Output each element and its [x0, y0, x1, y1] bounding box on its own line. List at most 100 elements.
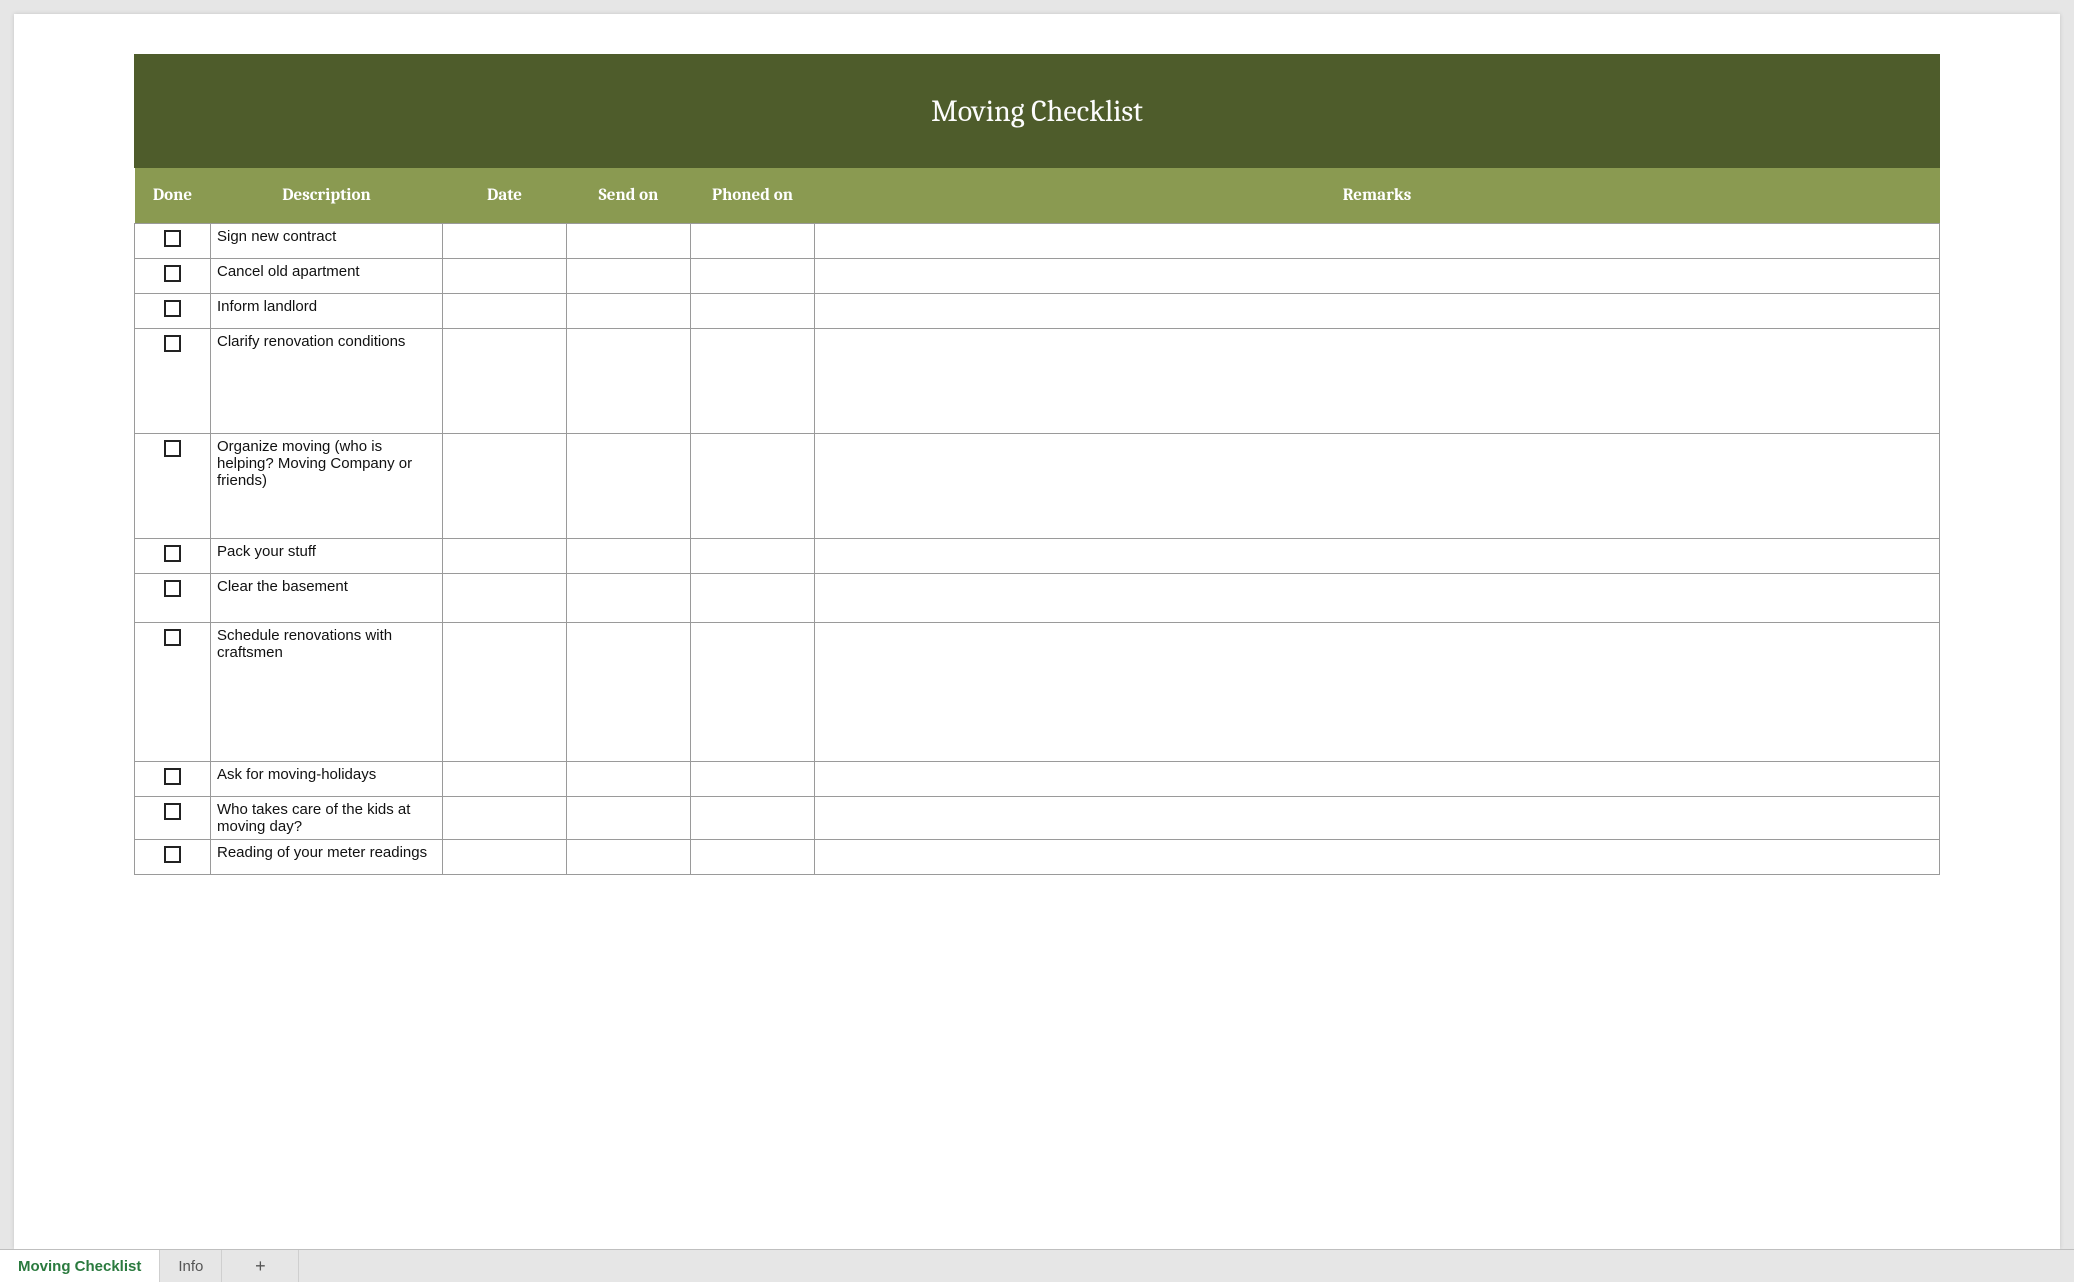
table-row: Cancel old apartment [135, 259, 1940, 294]
cell-send-on[interactable] [567, 539, 691, 574]
cell-phoned-on[interactable] [691, 840, 815, 875]
cell-done[interactable] [135, 840, 211, 875]
cell-date[interactable] [443, 434, 567, 539]
cell-description[interactable]: Cancel old apartment [211, 259, 443, 294]
tab-info[interactable]: Info [160, 1250, 222, 1282]
cell-date[interactable] [443, 329, 567, 434]
cell-description[interactable]: Schedule renovations with craftsmen [211, 623, 443, 762]
cell-description[interactable]: Pack your stuff [211, 539, 443, 574]
cell-remarks[interactable] [815, 329, 1940, 434]
cell-date[interactable] [443, 259, 567, 294]
cell-date[interactable] [443, 762, 567, 797]
checkbox-icon[interactable] [164, 335, 181, 352]
cell-date[interactable] [443, 840, 567, 875]
cell-description[interactable]: Who takes care of the kids at moving day… [211, 797, 443, 840]
cell-done[interactable] [135, 762, 211, 797]
table-row: Inform landlord [135, 294, 1940, 329]
cell-done[interactable] [135, 329, 211, 434]
cell-remarks[interactable] [815, 623, 1940, 762]
cell-done[interactable] [135, 574, 211, 623]
cell-phoned-on[interactable] [691, 574, 815, 623]
cell-send-on[interactable] [567, 623, 691, 762]
table-row: Who takes care of the kids at moving day… [135, 797, 1940, 840]
cell-send-on[interactable] [567, 762, 691, 797]
cell-date[interactable] [443, 797, 567, 840]
cell-done[interactable] [135, 623, 211, 762]
cell-phoned-on[interactable] [691, 797, 815, 840]
cell-remarks[interactable] [815, 539, 1940, 574]
checkbox-icon[interactable] [164, 230, 181, 247]
checkbox-icon[interactable] [164, 768, 181, 785]
checkbox-icon[interactable] [164, 265, 181, 282]
table-row: Ask for moving-holidays [135, 762, 1940, 797]
cell-remarks[interactable] [815, 840, 1940, 875]
cell-date[interactable] [443, 574, 567, 623]
header-description: Description [211, 168, 443, 224]
cell-send-on[interactable] [567, 840, 691, 875]
cell-done[interactable] [135, 224, 211, 259]
cell-date[interactable] [443, 539, 567, 574]
cell-description[interactable]: Sign new contract [211, 224, 443, 259]
page-title: Moving Checklist [931, 94, 1143, 129]
cell-phoned-on[interactable] [691, 623, 815, 762]
cell-done[interactable] [135, 797, 211, 840]
table-row: Schedule renovations with craftsmen [135, 623, 1940, 762]
cell-phoned-on[interactable] [691, 294, 815, 329]
cell-description[interactable]: Inform landlord [211, 294, 443, 329]
cell-send-on[interactable] [567, 259, 691, 294]
cell-date[interactable] [443, 224, 567, 259]
table-row: Pack your stuff [135, 539, 1940, 574]
cell-date[interactable] [443, 623, 567, 762]
table-header-row: Done Description Date Send on Phoned on … [135, 168, 1940, 224]
checkbox-icon[interactable] [164, 580, 181, 597]
cell-remarks[interactable] [815, 762, 1940, 797]
table-row: Organize moving (who is helping? Moving … [135, 434, 1940, 539]
checkbox-icon[interactable] [164, 300, 181, 317]
checkbox-icon[interactable] [164, 803, 181, 820]
cell-phoned-on[interactable] [691, 539, 815, 574]
title-banner: Moving Checklist [134, 54, 1940, 168]
cell-send-on[interactable] [567, 574, 691, 623]
cell-remarks[interactable] [815, 797, 1940, 840]
cell-send-on[interactable] [567, 224, 691, 259]
cell-phoned-on[interactable] [691, 329, 815, 434]
cell-remarks[interactable] [815, 294, 1940, 329]
cell-send-on[interactable] [567, 434, 691, 539]
header-done: Done [135, 168, 211, 224]
cell-done[interactable] [135, 259, 211, 294]
workspace-canvas: Moving Checklist Done Description Date S… [0, 0, 2074, 1249]
cell-remarks[interactable] [815, 434, 1940, 539]
cell-date[interactable] [443, 294, 567, 329]
cell-send-on[interactable] [567, 294, 691, 329]
cell-send-on[interactable] [567, 797, 691, 840]
checkbox-icon[interactable] [164, 846, 181, 863]
header-phoned-on: Phoned on [691, 168, 815, 224]
cell-remarks[interactable] [815, 259, 1940, 294]
cell-remarks[interactable] [815, 574, 1940, 623]
cell-description[interactable]: Ask for moving-holidays [211, 762, 443, 797]
cell-done[interactable] [135, 434, 211, 539]
document-page: Moving Checklist Done Description Date S… [14, 14, 2060, 1249]
cell-send-on[interactable] [567, 329, 691, 434]
cell-description[interactable]: Reading of your meter readings [211, 840, 443, 875]
checkbox-icon[interactable] [164, 440, 181, 457]
cell-description[interactable]: Clarify renovation conditions [211, 329, 443, 434]
cell-remarks[interactable] [815, 224, 1940, 259]
table-row: Clarify renovation conditions [135, 329, 1940, 434]
cell-description[interactable]: Organize moving (who is helping? Moving … [211, 434, 443, 539]
cell-phoned-on[interactable] [691, 259, 815, 294]
cell-done[interactable] [135, 539, 211, 574]
table-row: Clear the basement [135, 574, 1940, 623]
checkbox-icon[interactable] [164, 545, 181, 562]
cell-phoned-on[interactable] [691, 762, 815, 797]
cell-done[interactable] [135, 294, 211, 329]
cell-phoned-on[interactable] [691, 224, 815, 259]
checkbox-icon[interactable] [164, 629, 181, 646]
cell-description[interactable]: Clear the basement [211, 574, 443, 623]
header-remarks: Remarks [815, 168, 1940, 224]
tab-add-sheet[interactable]: + [222, 1250, 299, 1282]
cell-phoned-on[interactable] [691, 434, 815, 539]
header-send-on: Send on [567, 168, 691, 224]
tab-moving-checklist[interactable]: Moving Checklist [0, 1250, 160, 1282]
table-row: Sign new contract [135, 224, 1940, 259]
